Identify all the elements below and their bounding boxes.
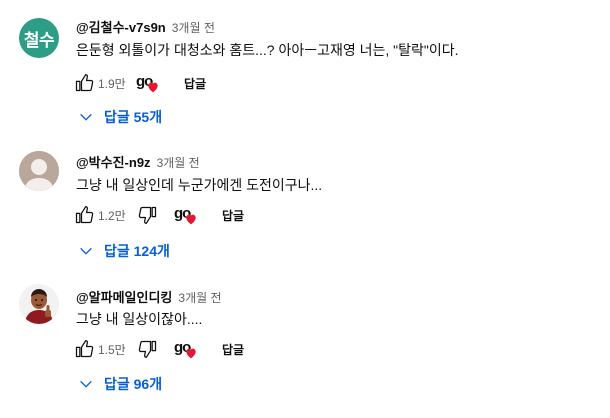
comment-header: @박수진-n9z 3개월 전 bbox=[76, 152, 200, 171]
reply-button[interactable]: 답글 bbox=[222, 207, 244, 224]
like-button[interactable] bbox=[72, 71, 96, 95]
author-handle[interactable]: @알파메일인디킹 bbox=[76, 287, 172, 306]
heart-icon bbox=[186, 214, 196, 225]
dislike-button[interactable] bbox=[136, 337, 160, 361]
like-count: 1.9만 bbox=[98, 76, 126, 91]
dislike-button[interactable] bbox=[136, 203, 160, 227]
avatar-initials: 철수 bbox=[23, 30, 55, 50]
comment-timestamp[interactable]: 3개월 전 bbox=[157, 154, 200, 171]
heart-icon bbox=[148, 82, 158, 93]
comment-header: @알파메일인디킹 3개월 전 bbox=[76, 287, 222, 306]
chevron-down-icon bbox=[80, 247, 92, 255]
comment-actions: 1.9만 go 답글 bbox=[72, 71, 206, 95]
comment-timestamp[interactable]: 3개월 전 bbox=[172, 19, 215, 36]
reply-button[interactable]: 답글 bbox=[222, 341, 244, 358]
view-replies-button[interactable]: 답글 124개 bbox=[78, 241, 170, 261]
creator-heart-badge: go bbox=[136, 71, 160, 95]
comment-actions: 1.5만 go 답글 bbox=[72, 337, 244, 361]
creator-heart-badge: go bbox=[174, 203, 198, 227]
comment-timestamp[interactable]: 3개월 전 bbox=[178, 289, 221, 306]
comment-text: 그냥 내 일상이잖아.... bbox=[76, 311, 203, 327]
reply-button[interactable]: 답글 bbox=[184, 75, 206, 92]
thumbs-down-icon bbox=[138, 206, 157, 224]
author-handle[interactable]: @김철수-v7s9n bbox=[76, 17, 166, 36]
chevron-down-icon bbox=[80, 380, 92, 388]
like-button[interactable] bbox=[72, 337, 96, 361]
thumbs-up-icon bbox=[75, 340, 94, 358]
avatar[interactable] bbox=[19, 151, 59, 191]
comment-text: 그냥 내 일상인데 누군가에겐 도전이구나... bbox=[76, 177, 323, 193]
like-count: 1.5만 bbox=[98, 342, 126, 357]
creator-heart-badge: go bbox=[174, 337, 198, 361]
boy-thumbs-up-icon bbox=[19, 284, 59, 324]
comment-actions: 1.2만 go 답글 bbox=[72, 203, 244, 227]
comment-text: 은둔형 외톨이가 대청소와 홈트...? 아아ㅡ고재영 너는, "탈락"이다. bbox=[76, 42, 459, 58]
like-count: 1.2만 bbox=[98, 208, 126, 223]
replies-count-label: 답글 96개 bbox=[104, 376, 163, 392]
thumbs-up-icon bbox=[75, 74, 94, 92]
default-person-icon bbox=[19, 151, 59, 191]
view-replies-button[interactable]: 답글 96개 bbox=[78, 374, 162, 394]
thumbs-up-icon bbox=[75, 206, 94, 224]
avatar[interactable]: 철수 bbox=[19, 18, 59, 58]
heart-icon bbox=[186, 348, 196, 359]
avatar[interactable] bbox=[19, 284, 59, 324]
view-replies-button[interactable]: 답글 55개 bbox=[78, 107, 162, 127]
comment-header: @김철수-v7s9n 3개월 전 bbox=[76, 17, 215, 36]
thumbs-down-icon bbox=[138, 340, 157, 358]
replies-count-label: 답글 124개 bbox=[104, 243, 170, 259]
author-handle[interactable]: @박수진-n9z bbox=[76, 152, 151, 171]
replies-count-label: 답글 55개 bbox=[104, 109, 163, 125]
chevron-down-icon bbox=[80, 113, 92, 121]
like-button[interactable] bbox=[72, 203, 96, 227]
